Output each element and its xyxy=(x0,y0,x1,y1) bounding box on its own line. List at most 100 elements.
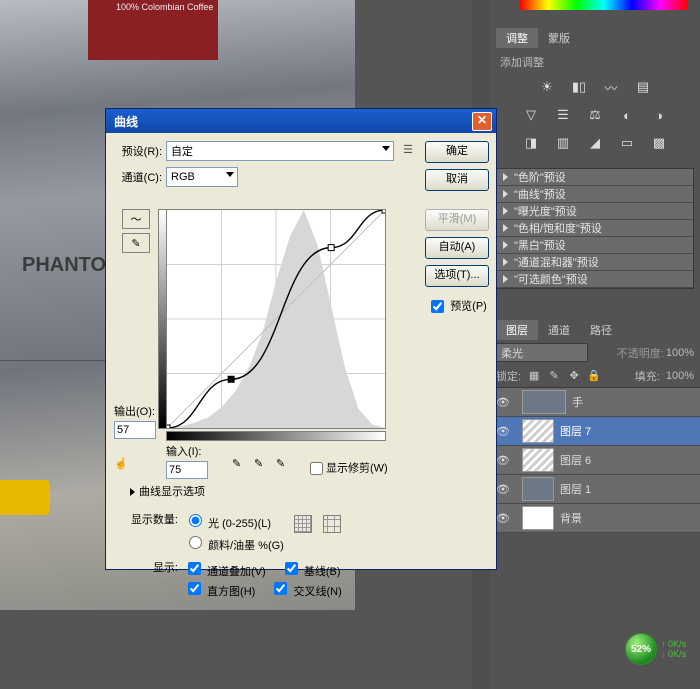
hue-sat-icon[interactable]: ☰ xyxy=(551,104,575,126)
invert-icon[interactable]: ◨ xyxy=(519,132,543,154)
display-amount-label: 显示数量: xyxy=(122,511,184,527)
fill-label: 填充: xyxy=(635,368,660,384)
cb-histogram[interactable]: 直方图(H) xyxy=(184,586,255,598)
layer-name: 手 xyxy=(572,394,583,410)
white-point-eyedropper[interactable]: ✎ xyxy=(276,457,292,473)
output-input[interactable] xyxy=(114,421,156,439)
curve-pencil-tool[interactable]: ✎ xyxy=(122,233,150,253)
disclosure-icon xyxy=(503,190,508,198)
channel-label: 通道(C): xyxy=(114,169,162,185)
brightness-icon[interactable]: ☀ xyxy=(535,76,559,98)
show-clipping-checkbox[interactable]: 显示修剪(W) xyxy=(306,459,388,478)
preview-checkbox[interactable]: 预览(P) xyxy=(427,297,487,316)
preset-menu-icon[interactable]: ☰ xyxy=(400,143,416,159)
cb-baseline[interactable]: 基线(B) xyxy=(281,566,341,578)
curves-dialog: 曲线 ✕ 预设(R): 自定 ☰ 通道(C): RGB 〜 ✎ xyxy=(105,108,497,570)
hue-bar[interactable] xyxy=(520,0,688,10)
exposure-icon[interactable]: ▤ xyxy=(631,76,655,98)
layer-thumb[interactable] xyxy=(522,477,554,501)
layer-row[interactable]: 👁 图层 6 xyxy=(490,446,700,475)
adjustments-tabs: 调整 蒙版 xyxy=(496,28,700,48)
preset-levels[interactable]: "色阶"预设 xyxy=(497,169,693,186)
preset-bw[interactable]: "黑白"预设 xyxy=(497,237,693,254)
opacity-value[interactable]: 100% xyxy=(666,347,694,359)
vibrance-icon[interactable]: ▽ xyxy=(519,104,543,126)
lock-pixels-icon[interactable]: ✎ xyxy=(547,369,561,383)
channel-select[interactable]: RGB xyxy=(166,167,238,187)
layer-thumb[interactable] xyxy=(522,419,554,443)
tab-adjustments[interactable]: 调整 xyxy=(496,28,538,48)
cb-intersection[interactable]: 交叉线(N) xyxy=(270,586,341,598)
opacity-label: 不透明度: xyxy=(617,345,664,361)
disclosure-icon xyxy=(503,224,508,232)
hud-percent[interactable]: 52% xyxy=(625,633,657,665)
show-label: 显示: xyxy=(122,559,184,575)
lock-all-icon[interactable]: 🔒 xyxy=(587,369,601,383)
layer-row[interactable]: 👁 背景 xyxy=(490,504,700,533)
preset-huesat[interactable]: "色相/饱和度"预设 xyxy=(497,220,693,237)
tab-masks[interactable]: 蒙版 xyxy=(538,28,580,48)
auto-button[interactable]: 自动(A) xyxy=(425,237,489,259)
radio-ink[interactable]: 颜料/油墨 %(G) xyxy=(184,540,284,552)
tab-layers[interactable]: 图层 xyxy=(496,320,538,340)
disclosure-icon xyxy=(503,241,508,249)
hand-target-icon[interactable]: ☝ xyxy=(114,457,130,473)
curve-point-tool[interactable]: 〜 xyxy=(122,209,150,229)
curves-icon[interactable]: 〰 xyxy=(599,76,623,98)
preset-selectivecolor[interactable]: "可选颜色"预设 xyxy=(497,271,693,288)
preset-channelmixer[interactable]: "通道混和器"预设 xyxy=(497,254,693,271)
output-field: 输出(O): xyxy=(114,403,160,439)
preset-select[interactable]: 自定 xyxy=(166,141,394,161)
color-balance-icon[interactable]: ⚖ xyxy=(583,104,607,126)
layer-name: 背景 xyxy=(560,510,582,526)
tab-channels[interactable]: 通道 xyxy=(538,320,580,340)
grid-fine-icon[interactable] xyxy=(294,515,312,533)
lock-label: 锁定: xyxy=(496,368,521,384)
layer-thumb[interactable] xyxy=(522,506,554,530)
cancel-button[interactable]: 取消 xyxy=(425,169,489,191)
curve-graph[interactable] xyxy=(166,209,384,427)
layer-name: 图层 1 xyxy=(560,481,591,497)
preset-curves[interactable]: "曲线"预设 xyxy=(497,186,693,203)
curve-display-options-toggle[interactable]: 曲线显示选项 xyxy=(130,483,205,499)
preset-label: 预设(R): xyxy=(114,143,162,159)
options-button[interactable]: 选项(T)... xyxy=(425,265,489,287)
ok-button[interactable]: 确定 xyxy=(425,141,489,163)
curve-tool-column: 〜 ✎ xyxy=(122,209,154,257)
close-icon[interactable]: ✕ xyxy=(472,112,492,131)
radio-light[interactable]: 光 (0-255)(L) xyxy=(184,518,271,530)
add-adjustment-label: 添加调整 xyxy=(500,54,700,70)
cb-channel-overlay[interactable]: 通道叠加(V) xyxy=(184,566,266,578)
dialog-titlebar[interactable]: 曲线 ✕ xyxy=(106,109,496,133)
grid-coarse-icon[interactable] xyxy=(323,515,341,533)
adjustment-presets: "色阶"预设 "曲线"预设 "曝光度"预设 "色相/饱和度"预设 "黑白"预设 … xyxy=(496,168,694,289)
threshold-icon[interactable]: ◢ xyxy=(583,132,607,154)
tab-paths[interactable]: 路径 xyxy=(580,320,622,340)
taxi-shape xyxy=(0,480,50,515)
layer-row[interactable]: 👁 图层 1 xyxy=(490,475,700,504)
black-point-eyedropper[interactable]: ✎ xyxy=(232,457,248,473)
adjustments-icons-row1: ☀ ▮▯ 〰 ▤ xyxy=(490,76,700,98)
preset-exposure[interactable]: "曝光度"预设 xyxy=(497,203,693,220)
disclosure-icon xyxy=(503,275,508,283)
blend-mode-select[interactable]: 柔光 xyxy=(496,343,588,362)
lock-position-icon[interactable]: ✥ xyxy=(567,369,581,383)
output-label: 输出(O): xyxy=(114,403,160,419)
layer-thumb[interactable] xyxy=(522,390,566,414)
dialog-buttons: 确定 取消 平滑(M) 自动(A) 选项(T)... 预览(P) xyxy=(426,141,488,316)
levels-icon[interactable]: ▮▯ xyxy=(567,76,591,98)
adjustments-icons-row3: ◨ ▥ ◢ ▭ ▩ xyxy=(490,132,700,154)
display-options: 显示数量: 光 (0-255)(L) 颜料/油墨 %(G) 显示: 通道叠加(V… xyxy=(122,511,354,605)
lock-transparent-icon[interactable]: ▦ xyxy=(527,369,541,383)
disclosure-icon xyxy=(503,258,508,266)
posterize-icon[interactable]: ▥ xyxy=(551,132,575,154)
gray-point-eyedropper[interactable]: ✎ xyxy=(254,457,270,473)
bw-icon[interactable]: ◐ xyxy=(615,104,639,126)
fill-value[interactable]: 100% xyxy=(666,370,694,382)
layer-row[interactable]: 👁 图层 7 xyxy=(490,417,700,446)
layer-row[interactable]: 👁 手 xyxy=(490,388,700,417)
gradmap-icon[interactable]: ▭ xyxy=(615,132,639,154)
photo-filter-icon[interactable]: ◑ xyxy=(647,104,671,126)
selcolor-icon[interactable]: ▩ xyxy=(647,132,671,154)
layer-thumb[interactable] xyxy=(522,448,554,472)
